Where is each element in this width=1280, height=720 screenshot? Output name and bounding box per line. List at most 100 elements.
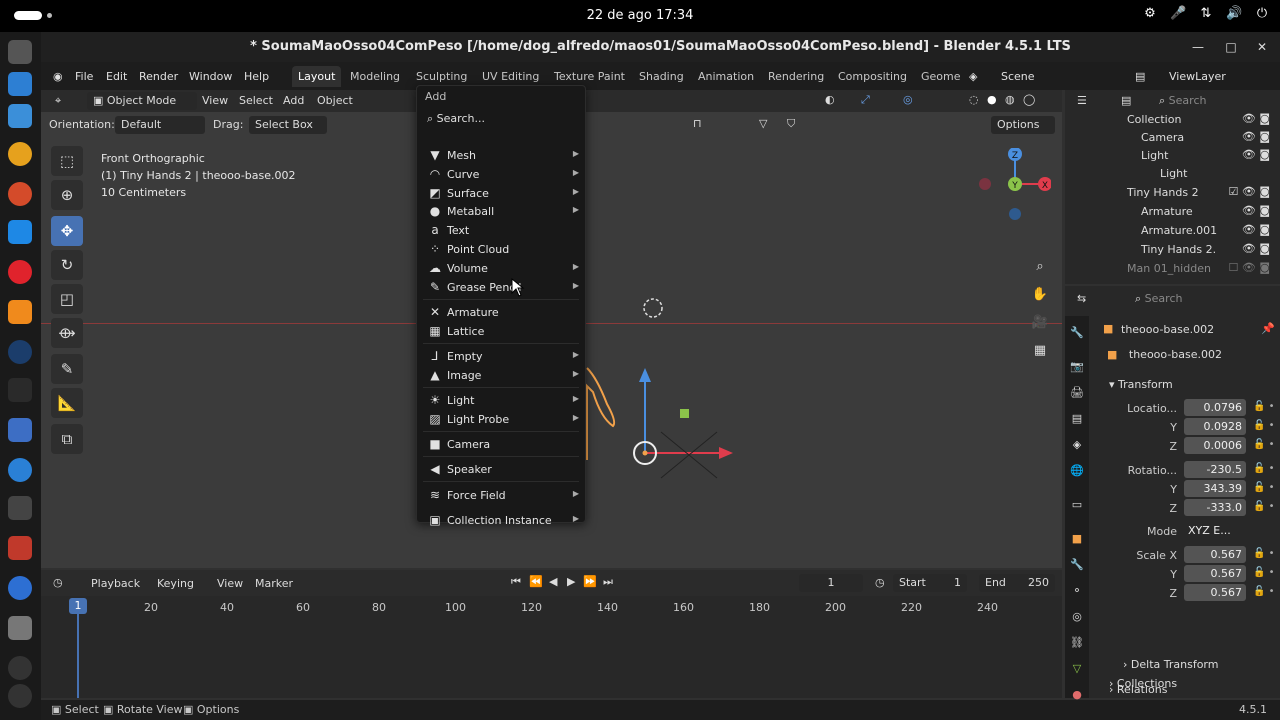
preview-range-icon[interactable]: ◷ [875, 576, 885, 589]
jump-start-icon[interactable]: ⏮ [511, 575, 521, 589]
outliner-row-light-data[interactable]: Light [1065, 164, 1280, 182]
lock-icon[interactable]: 🔓 • [1253, 401, 1275, 412]
physics-tab-icon[interactable]: ◎ [1069, 610, 1085, 626]
show-apps-icon[interactable] [8, 684, 32, 708]
add-menu-item-empty[interactable]: ⅃ Empty ▶ [417, 347, 585, 366]
menu-marker[interactable]: Marker [255, 577, 293, 590]
play-reverse-icon[interactable]: ◀ [549, 575, 557, 588]
rotation-x-field[interactable]: -230.5 [1184, 461, 1246, 478]
playhead-frame[interactable]: 1 [69, 598, 87, 614]
outliner-row-collection[interactable]: Collection 👁 ◙ [1065, 110, 1280, 128]
visibility-eye-icon[interactable]: ☐ 👁 ◙ [1229, 261, 1271, 274]
text-editor-app-icon[interactable] [8, 418, 32, 442]
lock-icon[interactable]: 🔓 • [1253, 439, 1275, 450]
vlc-app-icon[interactable] [8, 300, 32, 324]
constraints-tab-icon[interactable]: ⛓ [1069, 636, 1085, 652]
add-menu-item-collection-instance[interactable]: ▣ Collection Instance ▶ [417, 511, 585, 530]
lock-icon[interactable]: 🔓 • [1253, 482, 1275, 493]
particles-tab-icon[interactable]: ⚬ [1069, 584, 1085, 600]
data-tab-icon[interactable]: ▽ [1069, 662, 1085, 678]
outliner-row-man-hidden[interactable]: Man 01_hidden ☐ 👁 ◙ [1065, 259, 1280, 277]
menu-window[interactable]: Window [189, 70, 232, 83]
settings-app-icon[interactable] [8, 616, 32, 640]
tab-compositing[interactable]: Compositing [838, 70, 907, 83]
view-layer-name[interactable]: ViewLayer [1169, 70, 1226, 83]
hamster-app-icon[interactable] [8, 142, 32, 166]
ortho-grid-icon[interactable]: ▦ [1029, 340, 1051, 362]
location-z-field[interactable]: 0.0006 [1184, 437, 1246, 454]
add-menu-item-armature[interactable]: ✕ Armature [417, 303, 585, 322]
add-menu-item-curve[interactable]: ◠ Curve ▶ [417, 165, 585, 184]
location-x-field[interactable]: 0.0796 [1184, 399, 1246, 416]
outliner-row-camera[interactable]: Camera 👁 ◙ [1065, 128, 1280, 146]
outliner-row-tiny-hands-2[interactable]: Tiny Hands 2. 👁 ◙ [1065, 240, 1280, 258]
help-app-icon[interactable] [8, 458, 32, 482]
menu-keying[interactable]: Keying [157, 577, 194, 590]
visibility-eye-icon[interactable]: ☑ 👁 ◙ [1229, 185, 1271, 198]
outliner-search-input[interactable]: ⌕ Search [1153, 92, 1271, 110]
timeline-editor-type-icon[interactable]: ◷ [53, 576, 63, 589]
visibility-eye-icon[interactable]: 👁 ◙ [1242, 112, 1270, 125]
scene-tab-icon[interactable]: ◈ [1069, 438, 1085, 454]
transform-panel-header[interactable]: ▾ Transform [1109, 378, 1173, 391]
system-clock[interactable]: 22 de ago 17:34 [0, 8, 1280, 23]
browser-app-icon[interactable] [8, 182, 32, 206]
navigation-gizmo[interactable]: Z Y X [979, 148, 1051, 220]
view-layer-icon[interactable]: ▤ [1135, 70, 1145, 83]
add-menu-item-mesh[interactable]: ▼ Mesh ▶ [417, 146, 585, 165]
start-frame-field[interactable]: Start 1 [893, 574, 967, 592]
outliner-row-armature[interactable]: Armature 👁 ◙ [1065, 202, 1280, 220]
modifiers-tab-icon[interactable]: 🔧 [1069, 558, 1085, 574]
close-button[interactable]: ✕ [1253, 38, 1271, 56]
add-menu-item-surface[interactable]: ◩ Surface ▶ [417, 184, 585, 203]
update-app-icon[interactable] [8, 656, 32, 680]
blender-logo-icon[interactable]: ◉ [53, 70, 63, 83]
outliner-filter-icon[interactable]: ▤ [1121, 94, 1131, 107]
lock-icon[interactable]: 🔓 • [1253, 548, 1275, 559]
add-menu-item-speaker[interactable]: ◀ Speaker [417, 460, 585, 479]
current-frame-field[interactable]: 1 [799, 574, 863, 592]
add-menu-item-volume[interactable]: ☁ Volume ▶ [417, 259, 585, 278]
calculator-app-icon[interactable] [8, 104, 32, 128]
tab-uv-editing[interactable]: UV Editing [482, 70, 539, 83]
add-menu-item-image[interactable]: ▲ Image ▶ [417, 366, 585, 385]
opera-app-icon[interactable] [8, 260, 32, 284]
properties-editor-icon[interactable]: ⇆ [1077, 292, 1086, 305]
timeline-ruler[interactable]: 20 40 60 80 100 120 140 160 180 200 220 … [41, 598, 1062, 618]
tab-animation[interactable]: Animation [698, 70, 754, 83]
terminal2-app-icon[interactable] [8, 378, 32, 402]
microphone-icon[interactable]: 🎤 [1170, 6, 1186, 24]
collections-panel[interactable]: › Collections [1109, 677, 1177, 690]
add-menu-item-text[interactable]: a Text [417, 221, 585, 240]
scale-z-field[interactable]: 0.567 [1184, 584, 1246, 601]
outliner-editor-icon[interactable]: ☰ [1077, 94, 1087, 107]
add-menu-item-force-field[interactable]: ≋ Force Field ▶ [417, 486, 585, 505]
lock-icon[interactable]: 🔓 • [1253, 420, 1275, 431]
inkscape-app-icon[interactable] [8, 496, 32, 520]
menu-playback[interactable]: Playback [91, 577, 140, 590]
add-menu-search[interactable]: ⌕ Search... [427, 112, 485, 126]
play-icon[interactable]: ▶ [567, 575, 575, 588]
end-frame-field[interactable]: End 250 [979, 574, 1055, 592]
outliner-row-armature-001[interactable]: Armature.001 👁 ◙ [1065, 221, 1280, 239]
vscode-app-icon[interactable] [8, 220, 32, 244]
outliner-row-tiny-hands[interactable]: Tiny Hands 2 ☑ 👁 ◙ [1065, 183, 1280, 201]
tab-sculpting[interactable]: Sculpting [416, 70, 467, 83]
power-icon[interactable]: ⏻ [1254, 6, 1270, 24]
jump-end-icon[interactable]: ⏭ [603, 575, 613, 589]
view-layer-tab-icon[interactable]: ▤ [1069, 412, 1085, 428]
outliner-row-light[interactable]: Light 👁 ◙ [1065, 146, 1280, 164]
rotation-z-field[interactable]: -333.0 [1184, 499, 1246, 516]
visibility-eye-icon[interactable]: 👁 ◙ [1242, 204, 1270, 217]
prev-keyframe-icon[interactable]: ⏪ [529, 575, 543, 588]
timeline-editor[interactable]: ◷ Playback Keying View Marker ⏮ ⏪ ◀ ▶ ⏩ … [41, 570, 1062, 698]
visibility-eye-icon[interactable]: 👁 ◙ [1242, 223, 1270, 236]
location-y-field[interactable]: 0.0928 [1184, 418, 1246, 435]
terminal-app-icon[interactable] [8, 40, 32, 64]
object-datablock-field[interactable]: ■ theooo-base.002 [1101, 346, 1273, 364]
visibility-eye-icon[interactable]: 👁 ◙ [1242, 130, 1270, 143]
bluetooth-app-icon[interactable] [8, 576, 32, 600]
update-icon[interactable]: ⚙ [1142, 6, 1158, 24]
rotation-mode-dropdown[interactable]: XYZ E... [1184, 522, 1244, 539]
tab-layout[interactable]: Layout [292, 66, 342, 87]
